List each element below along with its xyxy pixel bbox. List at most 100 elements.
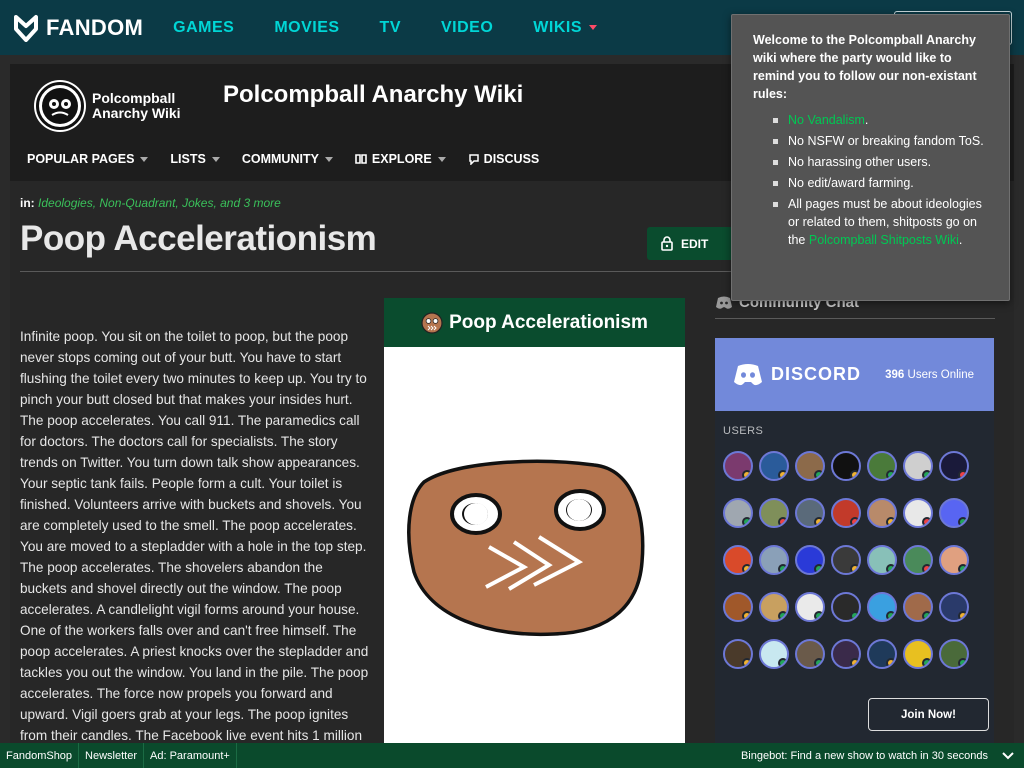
no-vandalism-link[interactable]: No Vandalism	[788, 113, 865, 127]
user-avatar[interactable]	[759, 639, 789, 669]
status-dot-icon	[958, 658, 967, 667]
wiki-nav-popular-pages[interactable]: POPULAR PAGES	[27, 152, 149, 166]
infobox: Poop Accelerationism	[384, 298, 685, 743]
user-avatar[interactable]	[939, 545, 969, 575]
status-dot-icon	[922, 611, 931, 620]
rules-tooltip: Welcome to the Polcompball Anarchy wiki …	[731, 14, 1010, 301]
lock-icon	[661, 236, 673, 251]
user-avatar[interactable]	[759, 451, 789, 481]
category-line: in: Ideologies, Non-Quadrant, Jokes, and…	[20, 196, 281, 210]
user-avatar[interactable]	[831, 451, 861, 481]
wiki-nav-community[interactable]: COMMUNITY	[242, 152, 333, 166]
status-dot-icon	[778, 564, 787, 573]
user-avatar[interactable]	[831, 498, 861, 528]
fandom-nav-wikis[interactable]: WIKIS	[533, 19, 598, 37]
bingebot-text: Bingebot: Find a new show to watch in 30…	[740, 749, 988, 762]
user-avatar[interactable]	[903, 498, 933, 528]
user-avatar[interactable]	[939, 592, 969, 622]
wiki-nav-explore[interactable]: EXPLORE	[355, 152, 446, 166]
wiki-logo[interactable]: Polcompball Anarchy Wiki	[36, 82, 182, 130]
user-avatar[interactable]	[939, 498, 969, 528]
status-dot-icon	[922, 517, 931, 526]
user-avatar[interactable]	[795, 498, 825, 528]
chevron-down-icon	[437, 156, 446, 162]
user-avatar[interactable]	[903, 592, 933, 622]
online-count: 396 Users Online	[885, 368, 974, 381]
bingebot[interactable]: Bingebot: Find a new show to watch in 30…	[741, 750, 1014, 762]
shitposts-wiki-link[interactable]: Polcompball Shitposts Wiki	[809, 233, 959, 247]
user-avatar[interactable]	[867, 545, 897, 575]
fandom-nav-games[interactable]: GAMES	[173, 19, 234, 37]
users-label: USERS	[723, 425, 764, 437]
user-avatar[interactable]	[939, 451, 969, 481]
discuss-bubble-icon	[468, 154, 479, 165]
wiki-nav-lists[interactable]: LISTS	[170, 152, 220, 166]
user-avatar[interactable]	[867, 639, 897, 669]
rules-list: No Vandalism. No NSFW or breaking fandom…	[753, 111, 989, 249]
poop-ball-mini-icon	[421, 311, 443, 334]
status-dot-icon	[922, 658, 931, 667]
user-avatar[interactable]	[795, 451, 825, 481]
user-avatar[interactable]	[867, 451, 897, 481]
user-avatar[interactable]	[831, 592, 861, 622]
join-now-button[interactable]: Join Now!	[868, 698, 989, 731]
user-avatar[interactable]	[867, 498, 897, 528]
wiki-title[interactable]: Polcompball Anarchy Wiki	[223, 81, 523, 109]
status-dot-icon	[814, 564, 823, 573]
chevron-down-icon	[589, 25, 598, 30]
user-avatar[interactable]	[903, 451, 933, 481]
status-dot-icon	[958, 611, 967, 620]
infobox-title: Poop Accelerationism	[449, 311, 648, 333]
user-avatar[interactable]	[723, 451, 753, 481]
status-dot-icon	[886, 564, 895, 573]
category-links[interactable]: Ideologies, Non-Quadrant, Jokes, and 3 m…	[38, 196, 281, 210]
user-avatar[interactable]	[831, 639, 861, 669]
chevron-down-icon	[140, 156, 149, 162]
user-avatar[interactable]	[795, 545, 825, 575]
fandom-nav-tv[interactable]: TV	[380, 19, 401, 37]
user-avatar[interactable]	[867, 592, 897, 622]
discord-wordmark: DISCORD	[771, 364, 862, 384]
discord-widget: DISCORD 396 Users Online USERS Join Now!	[715, 338, 994, 743]
chevron-down-icon[interactable]	[1002, 751, 1014, 760]
status-dot-icon	[886, 611, 895, 620]
fandom-nav-video[interactable]: VIDEO	[441, 19, 493, 37]
user-avatar[interactable]	[831, 545, 861, 575]
fandom-nav: GAMES MOVIES TV VIDEO WIKIS	[173, 19, 637, 37]
user-avatar[interactable]	[723, 592, 753, 622]
user-avatar[interactable]	[903, 639, 933, 669]
user-avatar[interactable]	[795, 592, 825, 622]
user-avatar[interactable]	[939, 639, 969, 669]
chevron-down-icon	[211, 156, 220, 162]
fandom-logo[interactable]: FANDOM	[12, 14, 143, 42]
fandom-logo-text: FANDOM	[46, 14, 144, 40]
rule-item: All pages must be about ideologies or re…	[753, 195, 989, 249]
infobox-image[interactable]	[384, 347, 685, 743]
user-avatar[interactable]	[759, 498, 789, 528]
ad-paramount-link[interactable]: Ad: Paramount+	[144, 743, 237, 768]
explore-icon	[355, 154, 367, 164]
newsletter-link[interactable]: Newsletter	[79, 743, 145, 768]
status-dot-icon	[886, 517, 895, 526]
rules-intro: Welcome to the Polcompball Anarchy wiki …	[753, 33, 977, 101]
status-dot-icon	[958, 517, 967, 526]
anarchy-ball-icon	[42, 88, 78, 124]
user-avatar[interactable]	[723, 498, 753, 528]
edit-button[interactable]: EDIT	[647, 227, 737, 260]
fandom-nav-movies[interactable]: MOVIES	[274, 19, 339, 37]
user-avatar[interactable]	[723, 639, 753, 669]
user-avatar[interactable]	[795, 639, 825, 669]
status-dot-icon	[778, 470, 787, 479]
status-dot-icon	[814, 517, 823, 526]
user-avatar[interactable]	[723, 545, 753, 575]
status-dot-icon	[778, 517, 787, 526]
user-avatar[interactable]	[759, 545, 789, 575]
article-body: Infinite poop. You sit on the toilet to …	[20, 329, 369, 743]
user-avatar[interactable]	[903, 545, 933, 575]
rule-item: No NSFW or breaking fandom ToS.	[753, 132, 989, 150]
user-avatar[interactable]	[759, 592, 789, 622]
fandomshop-link[interactable]: FandomShop	[0, 743, 80, 768]
wiki-nav-discuss[interactable]: DISCUSS	[468, 152, 539, 166]
status-dot-icon	[742, 564, 751, 573]
status-dot-icon	[778, 611, 787, 620]
